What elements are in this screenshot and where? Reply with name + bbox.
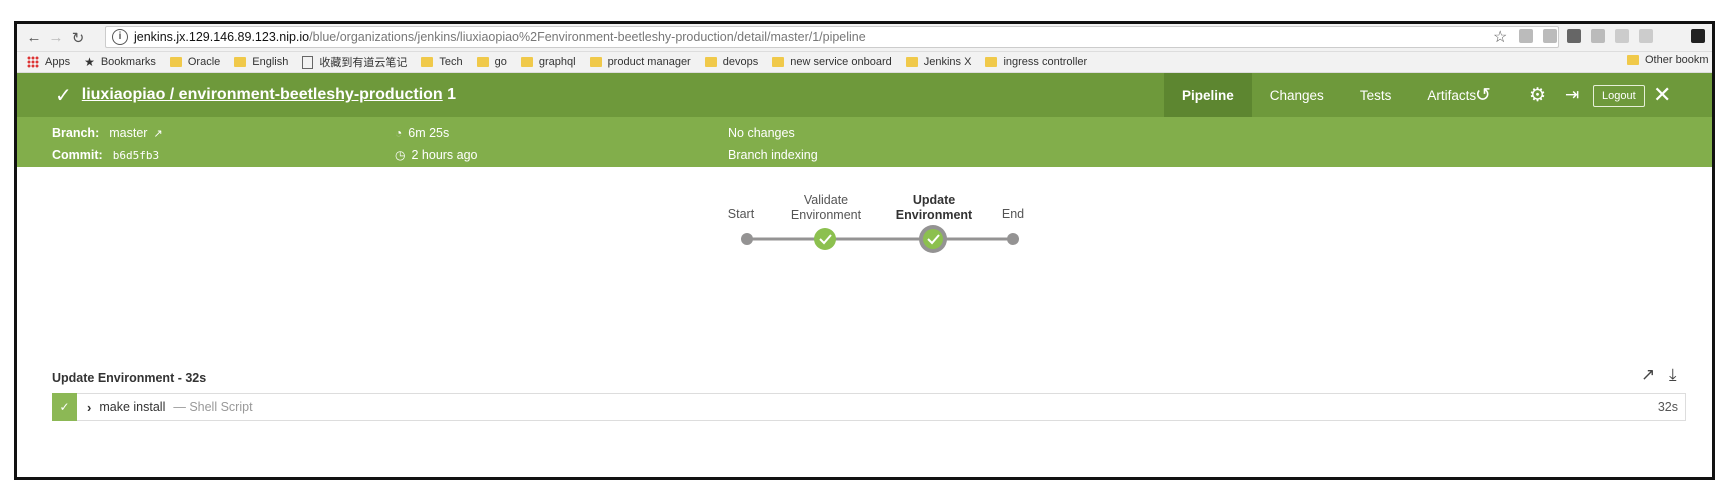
branch-label: Branch: <box>52 126 100 140</box>
folder-icon <box>1627 55 1639 65</box>
close-icon[interactable]: ✕ <box>1653 73 1671 117</box>
bookmark-product-manager[interactable]: product manager <box>589 56 691 68</box>
logout-button[interactable]: Logout <box>1593 85 1645 107</box>
duration-value: 6m 25s <box>408 126 450 140</box>
amazon-extension-icon[interactable] <box>1691 29 1705 43</box>
bookmark-go[interactable]: go <box>476 56 507 68</box>
step-duration: 32s <box>1657 400 1678 414</box>
run-info-bar: Branch: master ↗ Commit: b6d5fb3 ◔ 6m 25… <box>17 117 1712 167</box>
commit-info: Commit: b6d5fb3 <box>52 148 159 162</box>
run-header: ✓ liuxiaopiao / environment-beetleshy-pr… <box>17 73 1712 117</box>
apps-grid-icon <box>27 56 39 68</box>
extension-icon[interactable] <box>1639 29 1653 43</box>
duration-info: ◔ 6m 25s <box>395 126 449 140</box>
time-ago-value: 2 hours ago <box>411 148 478 162</box>
time-info: ◷ 2 hours ago <box>395 148 478 162</box>
folder-icon <box>169 57 182 67</box>
stage-node-update-environment[interactable] <box>923 229 943 249</box>
step-section-title: Update Environment - 32s <box>52 371 207 385</box>
tab-tests[interactable]: Tests <box>1342 73 1410 117</box>
page-icon <box>302 55 314 69</box>
run-number: 1 <box>447 86 457 103</box>
tab-pipeline[interactable]: Pipeline <box>1164 73 1252 117</box>
success-check-icon: ✓ <box>55 84 72 107</box>
pipeline-graph: Start Validate Environment Update Enviro… <box>17 167 1712 367</box>
exit-icon[interactable]: ⇥ <box>1565 73 1579 117</box>
branch-value[interactable]: master <box>109 126 147 140</box>
cause-info: Branch indexing <box>728 148 818 162</box>
folder-icon <box>589 57 602 67</box>
external-link-icon[interactable]: ↗ <box>153 127 162 140</box>
folder-icon <box>772 57 785 67</box>
back-icon[interactable]: ← <box>23 29 45 46</box>
reload-icon[interactable]: ↻ <box>67 29 89 47</box>
cause-value: Branch indexing <box>728 148 818 162</box>
run-title: ✓ liuxiaopiao / environment-beetleshy-pr… <box>55 73 456 117</box>
start-node <box>741 233 753 245</box>
pipeline-graph-svg <box>741 225 1019 253</box>
bookmark-graphql[interactable]: graphql <box>520 56 576 68</box>
extension-icon[interactable] <box>1615 29 1629 43</box>
url-path: /blue/organizations/jenkins/liuxiaopiao%… <box>309 30 866 44</box>
extension-icon[interactable] <box>1567 29 1581 43</box>
url-input[interactable]: i jenkins.jx.129.146.89.123.nip.io/blue/… <box>105 26 1559 48</box>
stopwatch-icon: ◔ <box>395 126 403 140</box>
extension-icon[interactable] <box>1591 29 1605 43</box>
commit-label: Commit: <box>52 148 103 162</box>
step-row[interactable]: ✓ › make install — Shell Script 32s <box>52 393 1686 421</box>
browser-window: ← → ↻ i jenkins.jx.129.146.89.123.nip.io… <box>14 21 1715 480</box>
rerun-icon[interactable]: ↺ <box>1475 73 1491 117</box>
pipeline-link[interactable]: liuxiaopiao / environment-beetleshy-prod… <box>82 86 443 104</box>
changes-info: No changes <box>728 126 795 140</box>
end-node <box>1007 233 1019 245</box>
stage-node-validate-environment[interactable] <box>814 228 836 250</box>
bookmark-oracle[interactable]: Oracle <box>169 56 220 68</box>
folder-icon <box>704 57 717 67</box>
download-icon[interactable]: ⤓ <box>1669 365 1677 385</box>
bookmark-apps[interactable]: Apps <box>17 56 70 68</box>
other-bookmarks[interactable]: Other bookm <box>1627 54 1709 66</box>
bookmark-devops[interactable]: devops <box>704 56 758 68</box>
bookmark-english[interactable]: English <box>234 56 288 68</box>
bookmark-jenkins-x[interactable]: Jenkins X <box>905 56 971 68</box>
bookmark-new-service-onboard[interactable]: new service onboard <box>772 56 892 68</box>
folder-icon <box>520 57 533 67</box>
open-external-icon[interactable]: ↗ <box>1641 365 1655 385</box>
url-host: jenkins.jx.129.146.89.123.nip.io <box>134 30 310 44</box>
gear-icon[interactable]: ⚙ <box>1529 73 1546 117</box>
chevron-right-icon[interactable]: › <box>87 400 91 415</box>
branch-info: Branch: master ↗ <box>52 126 163 140</box>
star-icon: ★ <box>84 55 95 69</box>
run-tabs: Pipeline Changes Tests Artifacts <box>1164 73 1494 117</box>
commit-value[interactable]: b6d5fb3 <box>113 149 159 162</box>
bookmark-tech[interactable]: Tech <box>421 56 463 68</box>
address-bar: ← → ↻ i jenkins.jx.129.146.89.123.nip.io… <box>17 24 1712 52</box>
folder-icon <box>476 57 489 67</box>
clock-icon: ◷ <box>395 148 406 162</box>
bookmark-ingress-controller[interactable]: ingress controller <box>985 56 1087 68</box>
bookmark-star-icon[interactable]: ☆ <box>1493 27 1507 47</box>
folder-icon <box>905 57 918 67</box>
bookmark-youdao[interactable]: 收藏到有道云笔记 <box>302 54 407 70</box>
changes-value: No changes <box>728 126 795 140</box>
extension-icon[interactable] <box>1519 29 1533 43</box>
info-icon[interactable]: i <box>112 29 128 45</box>
folder-icon <box>421 57 434 67</box>
step-success-icon: ✓ <box>52 393 77 421</box>
tab-changes[interactable]: Changes <box>1252 73 1342 117</box>
step-name: make install <box>99 400 166 414</box>
folder-icon <box>234 57 247 67</box>
forward-icon[interactable]: → <box>45 29 67 46</box>
folder-icon <box>985 57 998 67</box>
bookmarks-bar: Apps ★ Bookmarks Oracle English 收藏到有道云笔记 … <box>17 52 1712 73</box>
extension-icon[interactable] <box>1543 29 1557 43</box>
step-type: — Shell Script <box>173 400 253 414</box>
bookmark-bookmarks[interactable]: ★ Bookmarks <box>84 55 156 69</box>
